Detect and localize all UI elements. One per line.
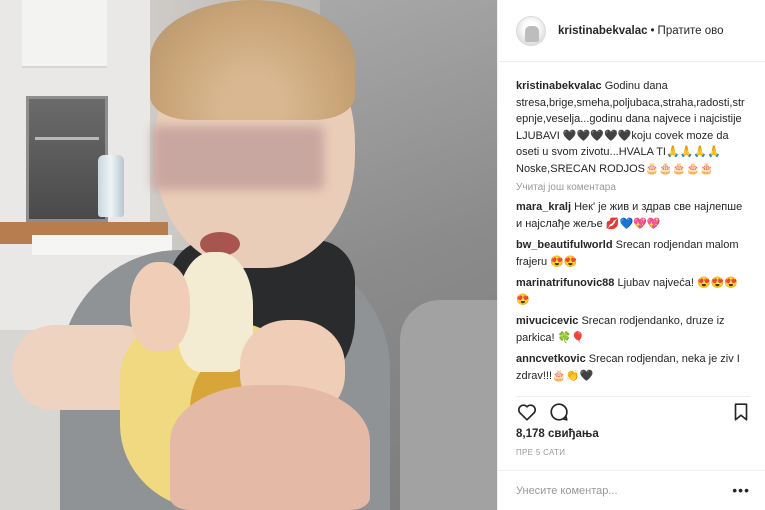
- follow-button[interactable]: Пратите ово: [658, 25, 724, 37]
- post-timestamp[interactable]: ПРЕ 5 САТИ: [516, 448, 565, 457]
- comments-list[interactable]: kristinabekvalac Godinu dana stresa,brig…: [516, 78, 750, 383]
- bookmark-icon[interactable]: [730, 401, 752, 423]
- likes-count[interactable]: 8,178 свиђања: [516, 428, 599, 440]
- baby-hair: [150, 0, 355, 120]
- post-header: kristinabekvalac • Пратите ово: [498, 0, 765, 62]
- avatar[interactable]: [516, 15, 546, 46]
- comment-input[interactable]: [516, 481, 716, 501]
- post-photo[interactable]: [0, 0, 497, 510]
- comment-username[interactable]: mivucicevic: [516, 315, 578, 327]
- heart-outline-icon[interactable]: [516, 401, 538, 423]
- load-more-comments-button[interactable]: Учитај још коментара: [516, 182, 750, 193]
- comment-composer: •••: [498, 470, 765, 510]
- kitchen-counter: [32, 235, 172, 255]
- caption: kristinabekvalac Godinu dana stresa,brig…: [516, 78, 750, 177]
- caption-username[interactable]: kristinabekvalac: [516, 80, 602, 92]
- speech-bubble-icon[interactable]: [548, 401, 570, 423]
- more-options-icon[interactable]: •••: [732, 483, 750, 497]
- header-separator: •: [650, 24, 655, 37]
- comment-item: mara_kralj Нек' је жив и здрав све најле…: [516, 199, 750, 232]
- water-bottle: [98, 155, 124, 217]
- baby-hand-left: [130, 262, 190, 352]
- comment-item: bw_beautifulworld Srecan rodjendan malom…: [516, 237, 750, 270]
- post-sidebar: kristinabekvalac • Пратите ово kristinabek…: [497, 0, 765, 510]
- caption-text: Godinu dana stresa,brige,smeha,poljubaca…: [516, 80, 745, 175]
- header-text: kristinabekvalac • Пратите ово: [558, 25, 724, 37]
- comment-username[interactable]: mara_kralj: [516, 201, 571, 213]
- comment-username[interactable]: bw_beautifulworld: [516, 239, 613, 251]
- adult-arm: [400, 300, 497, 510]
- blurred-eyes: [152, 126, 324, 190]
- adult-hand: [170, 385, 370, 510]
- kitchen-cabinet: [22, 0, 107, 68]
- comment-username[interactable]: marinatrifunovic88: [516, 277, 614, 289]
- action-bar: [516, 396, 750, 422]
- comment-item: anncvetkovic Srecan rodjendan, neka je z…: [516, 351, 750, 383]
- comment-item: mivucicevic Srecan rodjendanko, druze iz…: [516, 313, 750, 346]
- oven: [26, 96, 108, 222]
- header-username[interactable]: kristinabekvalac: [558, 25, 648, 37]
- comment-item: marinatrifunovic88 Ljubav najveća! 😍😍😍😍: [516, 275, 750, 308]
- comment-username[interactable]: anncvetkovic: [516, 353, 586, 365]
